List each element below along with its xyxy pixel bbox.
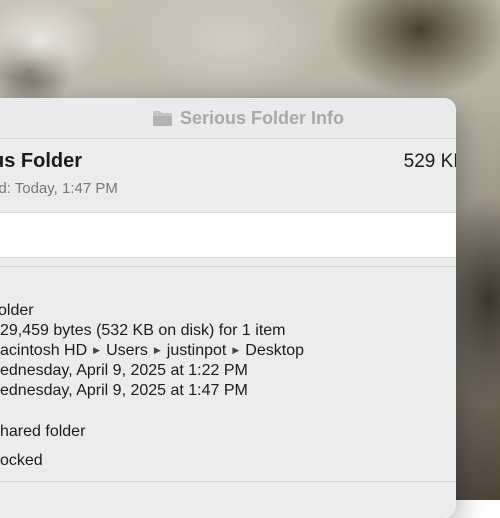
folder-name: us Folder (0, 150, 83, 172)
where-path: acintosh HD ▶ Users ▶ justinpot ▶ Desktop (0, 342, 304, 360)
created-value: ednesday, April 9, 2025 at 1:22 PM (0, 362, 248, 379)
path-segment-user[interactable]: justinpot (167, 342, 227, 359)
divider-bottom (0, 481, 456, 482)
size-detail-value: 29,459 bytes (532 KB on disk) for 1 item (0, 322, 286, 339)
locked-label[interactable]: ocked (0, 452, 43, 470)
title-bar[interactable]: Serious Folder Info (0, 98, 456, 139)
path-segment-users[interactable]: Users (106, 342, 148, 359)
divider-tags (0, 266, 456, 267)
path-segment-desktop[interactable]: Desktop (245, 342, 304, 359)
path-segment-volume[interactable]: acintosh HD (0, 342, 87, 359)
tags-input[interactable] (0, 212, 456, 258)
modified-summary: ed: Today, 1:47 PM (0, 180, 118, 197)
title-wrap: Serious Folder Info (152, 108, 344, 129)
folder-info-window: Serious Folder Info us Folder 529 KB ed:… (0, 98, 456, 518)
folder-size: 529 KB (403, 151, 456, 172)
path-separator: ▶ (93, 345, 101, 355)
header-row: us Folder 529 KB (0, 150, 456, 173)
kind-value: older (0, 302, 34, 319)
path-separator: ▶ (153, 345, 161, 355)
modified-value: ednesday, April 9, 2025 at 1:47 PM (0, 382, 248, 399)
window-title: Serious Folder Info (179, 107, 344, 128)
shared-folder-label[interactable]: hared folder (0, 423, 85, 441)
folder-icon (152, 110, 173, 127)
path-separator: ▶ (232, 345, 240, 355)
